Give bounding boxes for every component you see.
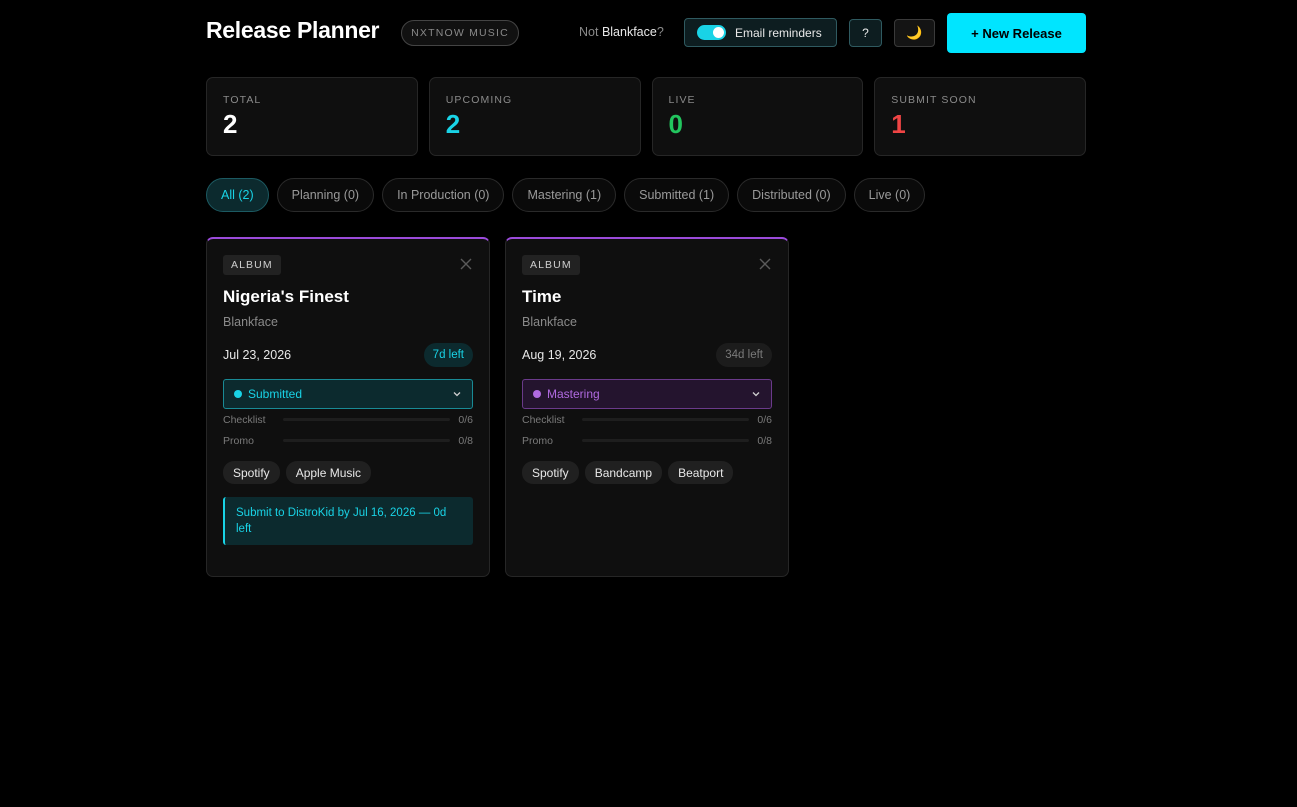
progress-label: Checklist [522,413,565,426]
stat-label: LIVE [668,94,696,106]
filter-distributed[interactable]: Distributed (0) [737,178,846,212]
username: Blankface [601,25,657,39]
close-icon[interactable] [459,257,473,271]
progress-track [582,418,750,421]
release-date: Aug 19, 2026 [522,348,597,362]
moon-icon: 🌙 [906,25,923,40]
platform-tag: Bandcamp [584,461,663,484]
stat-submit-soon: SUBMIT SOON 1 [874,77,1086,156]
status-dot-icon [234,390,242,398]
stat-value: 1 [891,109,906,139]
days-left-badge: 7d left [423,343,473,367]
stat-live: LIVE 0 [651,77,864,156]
progress-label: Promo [223,434,254,447]
progress-label: Promo [522,434,553,447]
submission-deadline-notice: Submit to DistroKid by Jul 16, 2026 — 0d… [223,497,473,545]
not-suffix: ? [656,25,664,39]
progress-track [582,439,750,442]
status-value: Submitted [248,387,303,401]
not-prefix: Not [579,25,602,39]
platform-tag: Beatport [668,461,734,484]
status-value: Mastering [547,387,600,401]
stats-row: TOTAL 2 UPCOMING 2 LIVE 0 SUBMIT SOON 1 [206,77,1086,156]
platform-tag: Spotify [223,461,280,484]
promo-count: 0/8 [757,434,772,447]
release-title: Nigeria's Finest [223,287,349,306]
release-date-row: Aug 19, 2026 34d left [522,343,772,367]
checklist-count: 0/6 [458,413,473,426]
status-select[interactable]: Submitted [223,379,473,409]
stat-label: SUBMIT SOON [891,94,977,106]
platform-tags: Spotify Apple Music [223,461,473,484]
filter-in-production[interactable]: In Production (0) [382,178,505,212]
checklist-count: 0/6 [757,413,772,426]
filter-planning[interactable]: Planning (0) [276,178,375,212]
chevron-down-icon [453,392,461,397]
stat-value: 0 [668,109,683,139]
stat-value: 2 [445,109,461,139]
stat-label: UPCOMING [445,94,513,106]
progress-track [283,439,451,442]
stat-label: TOTAL [223,94,262,106]
stat-total: TOTAL 2 [206,77,418,156]
release-type-badge: ALBUM [223,255,281,275]
close-icon[interactable] [758,257,772,271]
promo-count: 0/8 [458,434,473,447]
header: Release Planner NXTNOW MUSIC Not Blankfa… [206,13,1086,53]
release-card: ALBUM Time Blankface Aug 19, 2026 34d le… [505,237,789,577]
progress-track [283,418,451,421]
release-title: Time [522,287,562,306]
platform-tag: Spotify [522,461,579,484]
days-left-badge: 34d left [716,343,772,367]
checklist-progress: Checklist 0/6 [522,409,772,430]
email-reminders-toggle[interactable]: Email reminders [684,18,837,47]
not-user-link[interactable]: Not Blankface? [579,25,664,39]
filter-mastering[interactable]: Mastering (1) [512,178,617,212]
stat-value: 2 [223,109,238,139]
checklist-progress: Checklist 0/6 [223,409,473,430]
stat-upcoming: UPCOMING 2 [428,77,641,156]
new-release-button[interactable]: + New Release [947,13,1086,53]
filter-all[interactable]: All (2) [206,178,269,212]
brand-badge: NXTNOW MUSIC [401,20,519,46]
email-reminders-label: Email reminders [735,25,822,40]
theme-toggle-button[interactable]: 🌙 [894,19,935,47]
release-date-row: Jul 23, 2026 7d left [223,343,473,367]
release-artist: Blankface [522,315,577,329]
platform-tags: Spotify Bandcamp Beatport [522,461,772,484]
status-dot-icon [533,390,541,398]
filter-submitted[interactable]: Submitted (1) [624,178,730,212]
release-card: ALBUM Nigeria's Finest Blankface Jul 23,… [206,237,490,577]
release-type-badge: ALBUM [522,255,580,275]
page-title: Release Planner [206,17,380,43]
progress-label: Checklist [223,413,266,426]
chevron-down-icon [752,392,760,397]
help-button[interactable]: ? [849,19,882,47]
toggle-knob [713,27,724,38]
release-artist: Blankface [223,315,278,329]
release-cards: ALBUM Nigeria's Finest Blankface Jul 23,… [206,237,789,577]
platform-tag: Apple Music [285,461,372,484]
status-select[interactable]: Mastering [522,379,772,409]
status-filter-bar: All (2) Planning (0) In Production (0) M… [206,178,926,212]
release-date: Jul 23, 2026 [223,348,292,362]
promo-progress: Promo 0/8 [223,430,473,451]
filter-live[interactable]: Live (0) [853,178,926,212]
toggle-switch-icon[interactable] [697,25,726,40]
promo-progress: Promo 0/8 [522,430,772,451]
